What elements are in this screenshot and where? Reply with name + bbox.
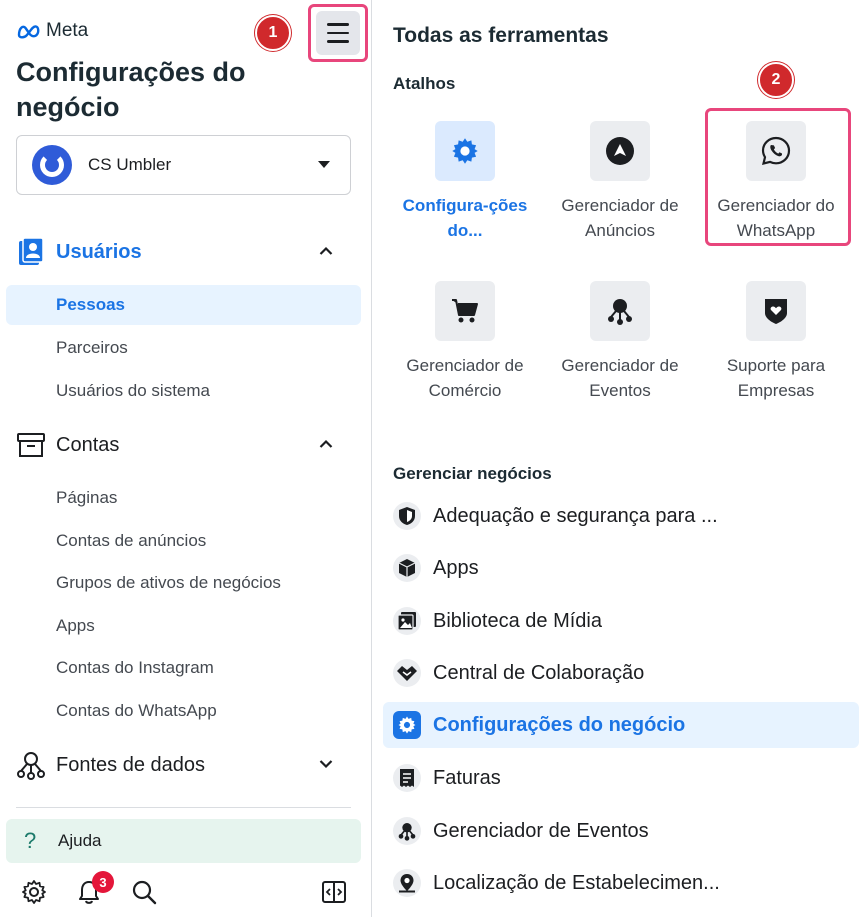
gear-icon — [393, 711, 421, 739]
question-icon: ? — [24, 828, 37, 853]
shield-icon — [393, 502, 421, 530]
settings-gear-icon[interactable] — [20, 878, 48, 906]
sidebar-item-usuarios-sistema[interactable]: Usuários do sistema — [56, 381, 210, 401]
handshake-icon — [393, 659, 421, 687]
caret-down-icon — [318, 161, 330, 168]
menu-item-label: Biblioteca de Mídia — [433, 609, 602, 632]
sidebar-item-grupos-ativos[interactable]: Grupos de ativos de negócios — [56, 573, 281, 593]
shortcut-label: Gerenciador de Eventos — [561, 356, 679, 400]
whatsapp-highlight-box — [705, 108, 851, 246]
cart-icon — [435, 281, 495, 341]
shortcut-business-support[interactable]: Suporte para Empresas — [701, 281, 851, 421]
menu-item-label: Apps — [433, 556, 479, 579]
annotation-step-2: 2 — [758, 62, 794, 98]
section-data-sources[interactable]: Fontes de dados — [16, 749, 351, 781]
manage-business-label: Gerenciar negócios — [393, 464, 552, 483]
menu-line — [327, 40, 349, 43]
menu-line — [327, 23, 349, 26]
shortcut-events-manager[interactable]: Gerenciador de Eventos — [545, 281, 695, 421]
search-icon[interactable] — [130, 878, 158, 906]
media-library-icon — [393, 607, 421, 635]
users-icon — [16, 237, 46, 267]
section-users[interactable]: Usuários — [16, 236, 351, 268]
shortcut-label: Gerenciador de Comércio — [406, 356, 524, 400]
menu-item-invoices[interactable]: Faturas — [383, 755, 859, 801]
bottom-bar: 3 — [0, 868, 372, 914]
sidebar-item-pessoas[interactable]: Pessoas — [6, 285, 361, 325]
sidebar-item-whatsapp[interactable]: Contas do WhatsApp — [56, 701, 217, 721]
shortcut-ads-manager[interactable]: Gerenciador de Anúncios — [545, 121, 695, 261]
sidebar-item-apps[interactable]: Apps — [56, 616, 95, 636]
sidebar: Meta 1 Configurações do negócio CS Umble… — [0, 0, 372, 917]
section-accounts[interactable]: Contas — [16, 429, 351, 461]
chevron-up-icon — [319, 439, 333, 448]
menu-item-apps[interactable]: Apps — [383, 545, 859, 591]
shortcut-business-settings[interactable]: Configura-ções do... — [390, 121, 540, 261]
account-name: CS Umbler — [88, 155, 172, 174]
support-shield-icon — [746, 281, 806, 341]
divider — [16, 807, 351, 808]
section-data-sources-label: Fontes de dados — [56, 753, 205, 776]
shortcut-label: Configura-ções do... — [402, 196, 528, 240]
help-label: Ajuda — [58, 831, 102, 850]
menu-item-label: Gerenciador de Eventos — [433, 819, 649, 842]
menu-item-label: Adequação e segurança para ... — [433, 504, 718, 527]
chevron-down-icon — [319, 760, 333, 769]
sidebar-item-parceiros[interactable]: Parceiros — [56, 338, 128, 358]
notification-count-badge: 3 — [92, 871, 114, 893]
shortcut-label: Suporte para Empresas — [726, 356, 826, 400]
sidebar-item-contas-anuncios[interactable]: Contas de anúncios — [56, 531, 206, 551]
section-accounts-label: Contas — [56, 433, 120, 456]
data-sources-icon — [16, 750, 46, 780]
menu-item-media-library[interactable]: Biblioteca de Mídia — [383, 598, 859, 644]
events-icon — [393, 817, 421, 845]
archive-box-icon — [16, 430, 46, 460]
menu-item-label: Configurações do negócio — [433, 713, 686, 736]
menu-item-store-locations[interactable]: Localização de Estabelecimen... — [383, 860, 859, 906]
page-title: Configurações do negócio — [16, 57, 246, 122]
menu-item-label: Localização de Estabelecimen... — [433, 871, 720, 894]
menu-item-collaboration-center[interactable]: Central de Colaboração — [383, 650, 859, 696]
shortcut-commerce-manager[interactable]: Gerenciador de Comércio — [390, 281, 540, 421]
menu-item-events-manager[interactable]: Gerenciador de Eventos — [383, 808, 859, 854]
ads-manager-icon — [590, 121, 650, 181]
location-pin-icon — [393, 869, 421, 897]
menu-item-business-settings[interactable]: Configurações do negócio — [383, 702, 859, 748]
events-icon — [590, 281, 650, 341]
meta-logo[interactable]: Meta — [16, 20, 88, 42]
tools-title: Todas as ferramentas — [393, 24, 609, 47]
shortcut-label: Gerenciador de Anúncios — [561, 196, 679, 240]
section-users-label: Usuários — [56, 240, 142, 263]
gear-icon — [435, 121, 495, 181]
menu-button[interactable] — [316, 11, 360, 55]
meta-logo-text: Meta — [46, 20, 89, 41]
annotation-step-1: 1 — [255, 15, 291, 51]
menu-item-label: Faturas — [433, 766, 501, 789]
invoice-icon — [393, 764, 421, 792]
shortcuts-label: Atalhos — [393, 74, 456, 93]
account-avatar — [32, 145, 72, 185]
help-button[interactable]: ? Ajuda — [6, 819, 361, 863]
menu-button-highlight — [308, 4, 368, 62]
cube-icon — [393, 554, 421, 582]
collapse-sidebar-icon[interactable] — [320, 878, 348, 906]
sidebar-item-paginas[interactable]: Páginas — [56, 488, 117, 508]
account-selector[interactable]: CS Umbler — [16, 135, 351, 195]
all-tools-panel: Todas as ferramentas Atalhos 2 Configura… — [373, 0, 863, 917]
meta-infinity-icon — [17, 25, 40, 39]
sidebar-item-instagram[interactable]: Contas do Instagram — [56, 658, 214, 678]
menu-item-brand-safety[interactable]: Adequação e segurança para ... — [383, 493, 859, 539]
menu-line — [327, 31, 349, 35]
menu-item-label: Central de Colaboração — [433, 661, 645, 684]
chevron-up-icon — [319, 246, 333, 255]
